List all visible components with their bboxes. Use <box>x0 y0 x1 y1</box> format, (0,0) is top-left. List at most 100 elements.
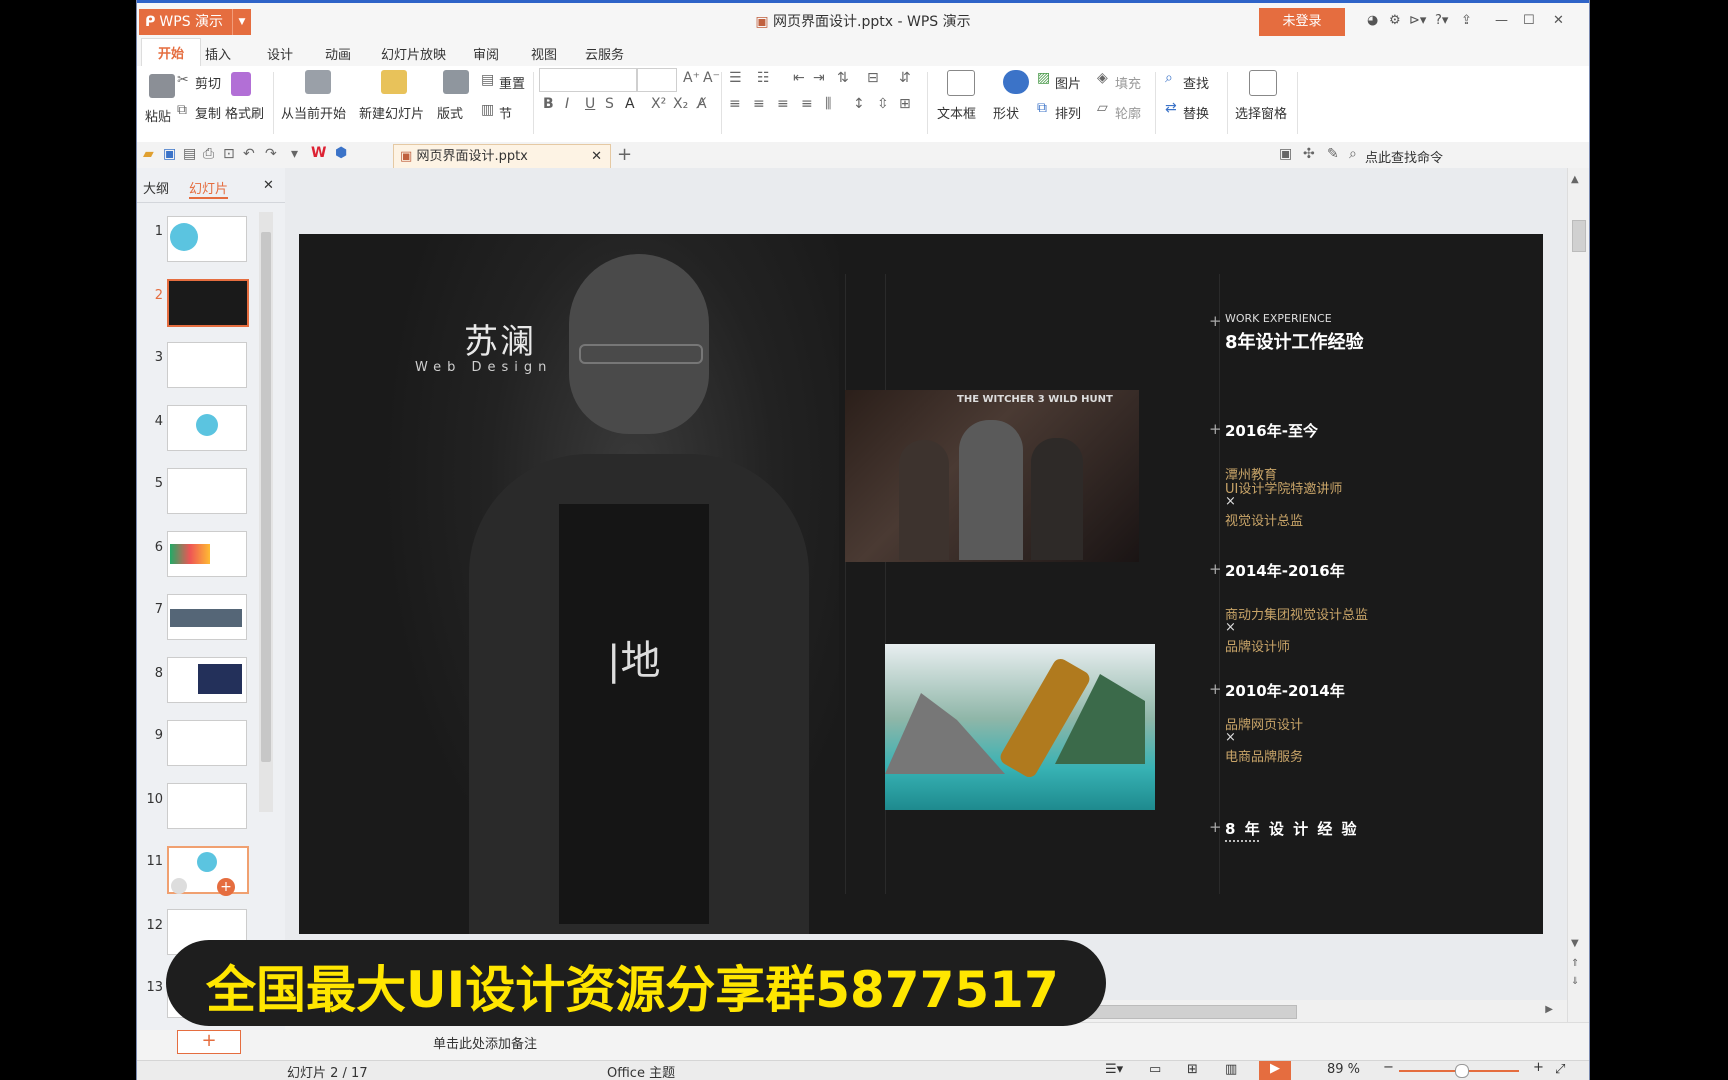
slide-thumbnail[interactable] <box>167 783 247 829</box>
distribute-icon[interactable]: ⫼ <box>825 96 831 112</box>
font-color-icon[interactable]: A <box>625 96 635 112</box>
picture-button[interactable]: 图片 <box>1055 73 1081 92</box>
wps-home-icon[interactable]: W <box>311 145 326 161</box>
new-slide-icon[interactable] <box>381 70 407 94</box>
font-grow-icon[interactable]: A⁺ <box>683 70 700 86</box>
fit-window-icon[interactable]: ⤢ <box>1555 1062 1565 1077</box>
text-box-button[interactable]: 文本框 <box>937 103 976 122</box>
outline-button[interactable]: 轮廓 <box>1115 103 1141 122</box>
slide-thumbnail[interactable] <box>167 720 247 766</box>
arrange-button[interactable]: 排列 <box>1055 103 1081 122</box>
tab-review[interactable]: 审阅 <box>473 44 499 63</box>
reading-view-icon[interactable]: ▥ <box>1225 1062 1237 1077</box>
font-size-select[interactable] <box>637 68 677 92</box>
numbering-icon[interactable]: ☷ <box>757 70 770 86</box>
save-icon[interactable]: ▣ <box>163 146 176 162</box>
next-slide-icon[interactable]: ⇓ <box>1571 976 1579 987</box>
undo-icon[interactable]: ↶ <box>243 146 255 162</box>
zoom-out-icon[interactable]: − <box>1383 1060 1394 1075</box>
fill-button[interactable]: 填充 <box>1115 73 1141 92</box>
scroll-right-icon[interactable]: ▶ <box>1545 1004 1553 1015</box>
cloud-doc-icon[interactable]: ⬢ <box>335 145 347 161</box>
slide-thumbnail-hover[interactable]: + <box>167 846 249 896</box>
slide-editor-canvas[interactable]: |地 苏澜 Web Design THE WITCHER 3 WILD HUNT <box>285 168 1567 1022</box>
slide-thumbnail[interactable] <box>167 594 247 640</box>
font-shrink-icon[interactable]: A⁻ <box>703 70 720 86</box>
tab-slides[interactable]: 幻灯片 <box>189 178 229 199</box>
decrease-indent-icon[interactable]: ⇤ <box>793 70 805 86</box>
align-right-icon[interactable]: ≡ <box>777 96 789 112</box>
tab-view[interactable]: 视图 <box>531 44 557 63</box>
sorter-view-icon[interactable]: ⊞ <box>1187 1062 1198 1077</box>
current-slide[interactable]: |地 苏澜 Web Design THE WITCHER 3 WILD HUNT <box>299 234 1543 934</box>
layout-button[interactable]: 版式 <box>437 103 463 122</box>
font-name-select[interactable] <box>539 68 637 92</box>
save-as-icon[interactable]: ▤ <box>183 146 196 162</box>
minimize-icon[interactable]: — <box>1495 13 1508 28</box>
text-direction-icon[interactable]: ⇅ <box>837 70 849 86</box>
document-tab[interactable]: ▣ 网页界面设计.pptx ✕ <box>393 144 611 169</box>
normal-view-icon[interactable]: ▭ <box>1149 1062 1161 1077</box>
shape-button[interactable]: 形状 <box>993 103 1019 122</box>
superscript-icon[interactable]: X² <box>651 96 666 112</box>
tab-design[interactable]: 设计 <box>267 44 293 63</box>
replace-button[interactable]: 替换 <box>1183 103 1209 122</box>
slide-thumbnail[interactable] <box>167 405 247 451</box>
scrollbar-thumb[interactable] <box>1572 220 1586 252</box>
add-slide-button[interactable]: + <box>177 1030 241 1054</box>
tools-icon[interactable]: ✣ <box>1303 146 1315 162</box>
new-slide-button[interactable]: 新建幻灯片 <box>359 103 424 122</box>
increase-indent-icon[interactable]: ⇥ <box>813 70 825 86</box>
reset-button[interactable]: 重置 <box>499 73 525 92</box>
settings-icon[interactable]: ⚙ <box>1389 13 1401 28</box>
cut-button[interactable]: 剪切 <box>195 73 221 92</box>
line-spacing-icon[interactable]: ↕ <box>853 96 865 112</box>
slides-scrollbar[interactable] <box>259 212 273 812</box>
canvas-vertical-scrollbar[interactable]: ▲ ▼ ⇑ ⇓ <box>1567 168 1589 1022</box>
align-center-icon[interactable]: ≡ <box>753 96 765 112</box>
columns-icon[interactable]: ⊞ <box>899 96 911 112</box>
slide-thumbnail[interactable] <box>167 531 247 577</box>
skin-icon[interactable]: ◕ <box>1367 13 1378 28</box>
align-text-icon[interactable]: ⊟ <box>867 70 879 86</box>
notes-placeholder[interactable]: 单击此处添加备注 <box>433 1033 537 1052</box>
comment-icon[interactable]: ✎ <box>1327 146 1339 162</box>
italic-icon[interactable]: I <box>565 96 569 112</box>
new-tab-icon[interactable]: + <box>617 144 632 165</box>
bold-icon[interactable]: B <box>543 96 554 112</box>
shape-icon[interactable] <box>1003 70 1029 94</box>
share-icon[interactable]: ▣ <box>1279 146 1292 162</box>
shadow-icon[interactable]: S <box>605 96 614 112</box>
close-icon[interactable]: ✕ <box>1553 13 1564 28</box>
help-icon[interactable]: ?▾ <box>1435 13 1448 28</box>
slide-thumbnail[interactable] <box>167 657 247 703</box>
layout-icon[interactable] <box>443 70 469 94</box>
format-painter-button[interactable]: 格式刷 <box>225 103 264 122</box>
align-left-icon[interactable]: ≡ <box>729 96 741 112</box>
login-button[interactable]: 未登录 <box>1259 8 1345 36</box>
redo-icon[interactable]: ↷ <box>265 146 277 162</box>
clear-format-icon[interactable]: A̸ <box>697 96 707 112</box>
slide-thumbnail[interactable] <box>167 216 247 262</box>
text-box-icon[interactable] <box>947 70 975 96</box>
customize-icon[interactable]: ▾ <box>291 146 298 162</box>
maximize-icon[interactable]: ☐ <box>1523 13 1535 28</box>
tab-insert[interactable]: 插入 <box>205 44 231 63</box>
close-tab-icon[interactable]: ✕ <box>591 145 602 169</box>
tab-outline[interactable]: 大纲 <box>143 178 169 197</box>
paragraph-spacing-icon[interactable]: ⇳ <box>877 96 889 112</box>
copy-button[interactable]: 复制 <box>195 103 221 122</box>
preview-icon[interactable]: ⊡ <box>223 146 235 162</box>
play-icon[interactable] <box>171 878 187 894</box>
underline-icon[interactable]: U <box>585 96 595 112</box>
from-current-button[interactable]: 从当前开始 <box>281 103 346 122</box>
zoom-slider-thumb[interactable] <box>1455 1064 1469 1078</box>
slide-thumbnail[interactable] <box>167 468 247 514</box>
paste-icon[interactable] <box>149 74 175 98</box>
subscript-icon[interactable]: X₂ <box>673 96 688 112</box>
ribbon-toggle-icon[interactable]: ⇪ <box>1461 13 1472 28</box>
notes-pane[interactable]: 单击此处添加备注 <box>285 1022 1589 1061</box>
selection-pane-icon[interactable] <box>1249 70 1277 96</box>
format-painter-icon[interactable] <box>231 72 251 96</box>
close-panel-icon[interactable]: ✕ <box>263 178 274 193</box>
